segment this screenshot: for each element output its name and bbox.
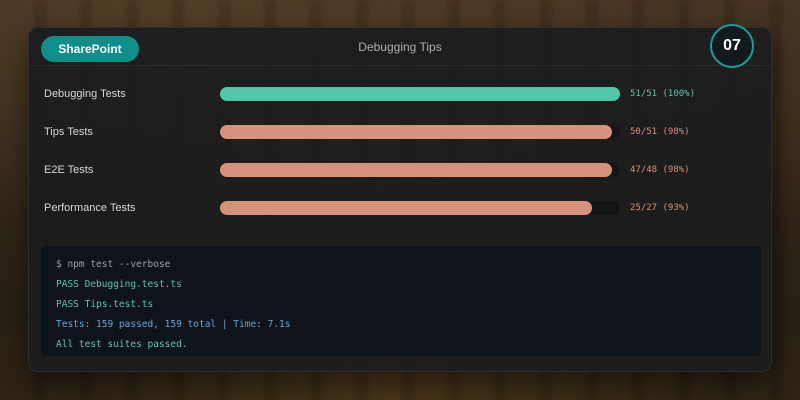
test-suite-label: E2E Tests [44, 164, 94, 176]
progress-fill [220, 163, 612, 177]
test-suite-label: Performance Tests [44, 202, 136, 214]
test-suite-stat: 50/51 (98%) [630, 127, 690, 137]
progress-track [220, 87, 620, 101]
terminal-line: Tests: 159 passed, 159 total | Time: 7.1… [56, 319, 291, 330]
test-suite-label: Tips Tests [44, 126, 93, 138]
test-suite-row: Debugging Tests 51/51 (100%) [29, 75, 771, 113]
step-number-badge: 07 [710, 24, 754, 68]
progress-track [220, 201, 620, 215]
terminal-line: $ npm test --verbose [56, 259, 171, 270]
panel-header: SharePoint Debugging Tips 07 [29, 24, 771, 68]
progress-track [220, 163, 620, 177]
test-suite-stat: 47/48 (98%) [630, 165, 690, 175]
terminal-line: PASS Debugging.test.ts [56, 279, 182, 290]
test-suite-row: Performance Tests 25/27 (93%) [29, 189, 771, 227]
progress-fill [220, 201, 592, 215]
terminal-output: $ npm test --verbose PASS Debugging.test… [41, 246, 761, 356]
terminal-line: PASS Tips.test.ts [56, 299, 154, 310]
test-suite-stat: 25/27 (93%) [630, 203, 690, 213]
page-title: Debugging Tips [358, 40, 442, 54]
progress-fill [220, 87, 620, 101]
terminal-line: All test suites passed. [56, 339, 188, 350]
test-suite-stat: 51/51 (100%) [630, 89, 696, 99]
progress-fill [220, 125, 612, 139]
test-results-panel: SharePoint Debugging Tips 07 Debugging T… [28, 24, 772, 372]
test-suite-label: Debugging Tests [44, 88, 126, 100]
test-suite-list: Debugging Tests 51/51 (100%) Tips Tests … [29, 75, 771, 227]
test-suite-row: Tips Tests 50/51 (98%) [29, 113, 771, 151]
test-suite-row: E2E Tests 47/48 (98%) [29, 151, 771, 189]
progress-track [220, 125, 620, 139]
